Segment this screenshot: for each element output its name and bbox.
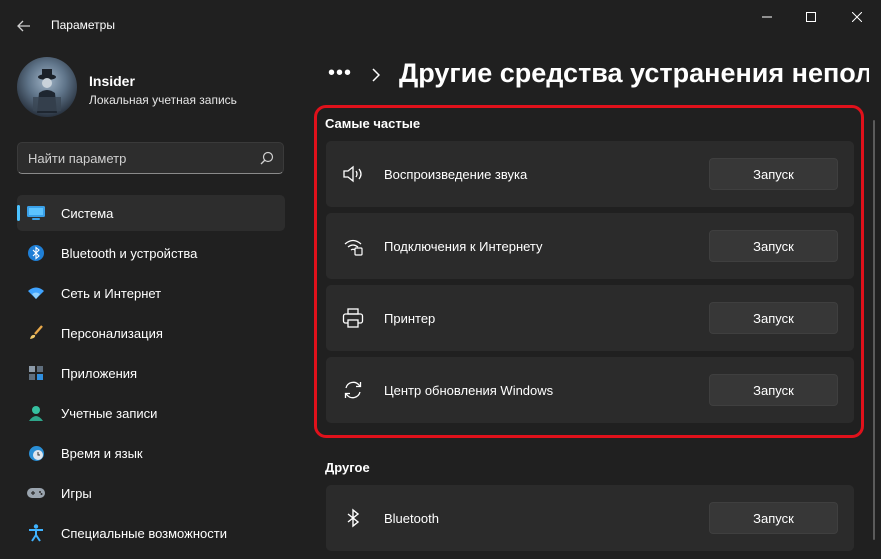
search-input[interactable]: Найти параметр — [17, 142, 284, 174]
account-type: Локальная учетная запись — [89, 93, 237, 107]
avatar[interactable] — [17, 57, 77, 117]
run-windows-update-button[interactable]: Запуск — [709, 374, 838, 406]
sidebar-item-label: Bluetooth и устройства — [61, 246, 198, 261]
person-icon — [27, 404, 45, 422]
apps-icon — [27, 364, 45, 382]
bluetooth-icon — [342, 507, 364, 529]
troubleshooter-card-internet: Подключения к Интернету Запуск — [326, 213, 854, 279]
breadcrumb-overflow-button[interactable]: ••• — [328, 62, 352, 85]
troubleshooter-card-audio: Воспроизведение звука Запуск — [326, 141, 854, 207]
sidebar-item-label: Специальные возможности — [61, 526, 227, 541]
user-avatar-image — [33, 69, 61, 113]
troubleshooter-label: Bluetooth — [384, 511, 439, 526]
section-title-other: Другое — [325, 460, 370, 475]
back-button[interactable] — [10, 12, 38, 40]
page-title: Другие средства устранения непола — [399, 58, 869, 88]
arrow-left-icon — [17, 20, 30, 32]
troubleshooter-label: Подключения к Интернету — [384, 239, 543, 254]
search-icon[interactable] — [259, 150, 275, 166]
sidebar-item-system[interactable]: Система — [17, 195, 285, 231]
sidebar-item-label: Сеть и Интернет — [61, 286, 162, 301]
wifi-icon — [27, 284, 45, 302]
sidebar-nav: Система Bluetooth и устройства Сеть и Ин… — [17, 195, 285, 555]
troubleshooter-card-bluetooth: Bluetooth Запуск — [326, 485, 854, 551]
run-bluetooth-button[interactable]: Запуск — [709, 502, 838, 534]
troubleshooter-label: Воспроизведение звука — [384, 167, 528, 182]
network-icon — [342, 235, 364, 257]
sidebar-item-label: Учетные записи — [61, 406, 158, 421]
brush-icon — [27, 324, 45, 342]
maximize-icon — [806, 12, 816, 22]
scrollbar[interactable] — [873, 120, 875, 540]
minimize-button[interactable] — [744, 0, 790, 34]
troubleshooter-label: Центр обновления Windows — [384, 383, 554, 398]
accessibility-icon — [27, 524, 45, 542]
sidebar-item-personalization[interactable]: Персонализация — [17, 315, 285, 351]
sidebar-item-gaming[interactable]: Игры — [17, 475, 285, 511]
maximize-button[interactable] — [788, 0, 834, 34]
system-icon — [27, 204, 45, 222]
sidebar-item-bluetooth[interactable]: Bluetooth и устройства — [17, 235, 285, 271]
minimize-icon — [762, 16, 772, 18]
sidebar-item-label: Система — [61, 206, 114, 221]
sidebar-item-accessibility[interactable]: Специальные возможности — [17, 515, 285, 551]
sidebar-item-label: Игры — [61, 486, 92, 501]
run-printer-button[interactable]: Запуск — [709, 302, 838, 334]
sidebar-item-label: Время и язык — [61, 446, 143, 461]
bluetooth-icon — [27, 244, 45, 262]
close-button[interactable] — [834, 0, 880, 34]
sidebar-item-time-language[interactable]: Время и язык — [17, 435, 285, 471]
run-internet-button[interactable]: Запуск — [709, 230, 838, 262]
sidebar-item-apps[interactable]: Приложения — [17, 355, 285, 391]
sidebar-item-label: Персонализация — [61, 326, 163, 341]
speaker-icon — [342, 163, 364, 185]
app-title: Параметры — [51, 18, 115, 32]
search-placeholder: Найти параметр — [28, 151, 127, 166]
sidebar-item-accounts[interactable]: Учетные записи — [17, 395, 285, 431]
title-bar: Параметры — [0, 0, 881, 48]
printer-icon — [342, 307, 364, 329]
troubleshooter-card-printer: Принтер Запуск — [326, 285, 854, 351]
sidebar-item-network[interactable]: Сеть и Интернет — [17, 275, 285, 311]
chevron-right-icon — [372, 68, 380, 82]
sync-icon — [342, 379, 364, 401]
globe-clock-icon — [27, 444, 45, 462]
gamepad-icon — [27, 484, 45, 502]
user-name: Insider — [89, 73, 135, 89]
close-icon — [852, 12, 862, 22]
section-title-frequent: Самые частые — [325, 116, 421, 131]
run-audio-button[interactable]: Запуск — [709, 158, 838, 190]
troubleshooter-label: Принтер — [384, 311, 436, 326]
troubleshooter-card-windows-update: Центр обновления Windows Запуск — [326, 357, 854, 423]
sidebar-item-label: Приложения — [61, 366, 138, 381]
